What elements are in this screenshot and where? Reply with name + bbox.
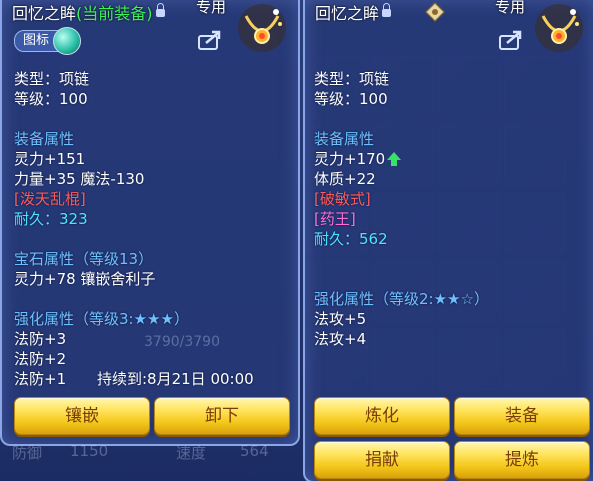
durability: 耐久：562 (314, 230, 388, 248)
exclusive-label: 专用 (196, 0, 227, 16)
speed-value: 564 (240, 442, 269, 460)
stat-value: 灵力+170 (314, 150, 386, 168)
item-name: 回忆之眸 (12, 4, 77, 23)
special-effect: [药王] (314, 210, 356, 228)
gem-attr-line: 灵力+78 镶嵌舍利子 (14, 270, 156, 288)
item-name: 回忆之眸 (315, 4, 380, 23)
exclusive-label: 专用 (495, 0, 526, 16)
defense-label: 防御 (12, 444, 43, 462)
enhance-duration: 持续到:8月21日 00:00 (97, 370, 254, 388)
item-title: 回忆之眸 (315, 0, 392, 24)
compare-item-tooltip: 回忆之眸 专用 类型：项链 等级：100 装备属性 灵力+170 体质+22 [… (303, 0, 593, 481)
stat-line: 灵力+170 (314, 149, 402, 169)
enhance-line: 法防+1 (14, 370, 67, 388)
current-equipped-label: (当前装备) (76, 4, 153, 23)
stat-line: 力量+35 魔法-130 (14, 170, 145, 188)
donate-button[interactable]: 捐献 (314, 441, 450, 479)
inlay-button[interactable]: 镶嵌 (14, 397, 150, 435)
purify-button[interactable]: 提炼 (454, 441, 590, 479)
item-level: 等级：100 (14, 90, 88, 108)
equip-attr-header: 装备属性 (14, 130, 75, 148)
equipped-item-tooltip: 回忆之眸(当前装备) 专用 图标 类型：项链 等级：100 装备属性 灵力+15… (0, 0, 300, 446)
defense-value: 1150 (70, 442, 109, 460)
enhance-attr-header: 强化属性（等级2:★★☆） (314, 290, 489, 308)
speed-label: 速度 (176, 444, 207, 462)
bound-badge-icon (425, 2, 445, 22)
icon-toggle-button[interactable]: 图标 (14, 27, 82, 55)
enhance-line: 法防+2 (14, 350, 67, 368)
gem-icon (53, 27, 82, 55)
necklace-icon[interactable] (236, 2, 288, 54)
gem-attr-header: 宝石属性（等级13） (14, 250, 154, 268)
enhance-line: 法攻+4 (314, 330, 367, 348)
increase-arrow-icon (387, 151, 402, 166)
necklace-icon[interactable] (533, 2, 585, 54)
enhance-line: 法攻+5 (314, 310, 367, 328)
stat-line: 体质+22 (314, 170, 376, 188)
refine-button[interactable]: 炼化 (314, 397, 450, 435)
enhance-line: 法防+3 (14, 330, 67, 348)
lock-icon (155, 2, 165, 17)
item-level: 等级：100 (314, 90, 388, 108)
icon-toggle-label: 图标 (23, 33, 50, 48)
share-icon[interactable] (499, 30, 523, 50)
durability: 耐久：323 (14, 210, 88, 228)
item-type: 类型：项链 (14, 70, 90, 88)
hp-bar-text: 3790/3790 (144, 334, 220, 350)
equip-button[interactable]: 装备 (454, 397, 590, 435)
special-skill: [破敏式] (314, 190, 371, 208)
equip-attr-header: 装备属性 (314, 130, 375, 148)
special-skill: [泼天乱棍] (14, 190, 86, 208)
stat-line: 灵力+151 (14, 150, 86, 168)
lock-icon (382, 2, 392, 17)
item-title: 回忆之眸(当前装备) (12, 0, 165, 24)
unequip-button[interactable]: 卸下 (154, 397, 290, 435)
enhance-attr-header: 强化属性（等级3:★★★） (14, 310, 189, 328)
share-icon[interactable] (198, 30, 222, 50)
item-type: 类型：项链 (314, 70, 390, 88)
game-screen: 回忆之眸(当前装备) 专用 图标 类型：项链 等级：100 装备属性 灵力+15… (0, 0, 593, 481)
